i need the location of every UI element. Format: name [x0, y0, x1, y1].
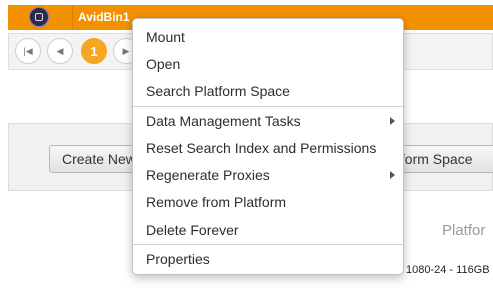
submenu-arrow-icon: [390, 117, 395, 125]
menu-separator: [133, 106, 403, 107]
submenu-arrow-icon: [390, 171, 395, 179]
bin-name[interactable]: AvidBin1: [78, 10, 130, 24]
menu-item-search-platform-space[interactable]: Search Platform Space: [133, 78, 403, 105]
menu-item-label: Open: [146, 56, 181, 72]
menu-item-label: Mount: [146, 29, 185, 45]
menu-item-data-management-tasks[interactable]: Data Management Tasks: [133, 108, 403, 135]
search-platform-space-button[interactable]: tform Space: [392, 145, 493, 173]
current-page-button[interactable]: 1: [81, 38, 107, 64]
menu-item-label: Data Management Tasks: [146, 113, 301, 129]
menu-item-label: Search Platform Space: [146, 83, 290, 99]
first-page-icon[interactable]: |◀: [15, 38, 41, 64]
menu-item-remove-from-platform[interactable]: Remove from Platform: [133, 189, 403, 216]
menu-item-label: Properties: [146, 251, 210, 267]
platform-label: Platfor: [442, 222, 486, 239]
storage-info: 1080-24 - 116GB: [406, 264, 490, 276]
menu-item-label: Reset Search Index and Permissions: [146, 140, 377, 156]
menu-item-regenerate-proxies[interactable]: Regenerate Proxies: [133, 162, 403, 189]
menu-item-delete-forever[interactable]: Delete Forever: [133, 217, 403, 244]
menu-item-open[interactable]: Open: [133, 51, 403, 78]
menu-item-mount[interactable]: Mount: [133, 24, 403, 51]
menu-item-properties[interactable]: Properties: [133, 246, 403, 273]
menu-item-label: Remove from Platform: [146, 194, 287, 210]
menu-separator: [133, 244, 403, 245]
menu-item-label: Regenerate Proxies: [146, 167, 270, 183]
menu-item-label: Delete Forever: [146, 222, 239, 238]
previous-page-icon[interactable]: ◀: [47, 38, 73, 64]
menu-item-reset-search-index[interactable]: Reset Search Index and Permissions: [133, 135, 403, 162]
bin-icon-cell: [8, 5, 73, 30]
context-menu: Mount Open Search Platform Space Data Ma…: [132, 18, 404, 275]
avid-bin-icon: [29, 7, 49, 27]
